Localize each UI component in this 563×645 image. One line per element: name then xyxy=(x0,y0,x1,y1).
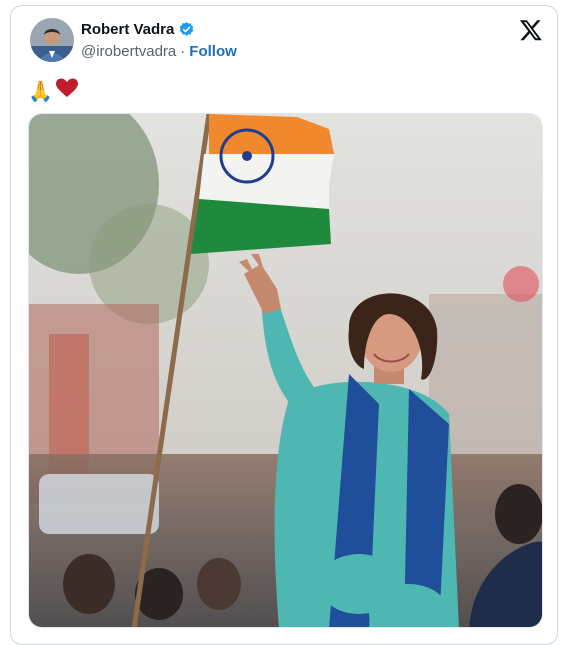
red-heart-icon xyxy=(55,78,78,104)
author-name-row: Robert Vadra xyxy=(81,21,195,38)
tweet-text: 🙏 xyxy=(28,78,78,104)
follow-button[interactable]: Follow xyxy=(189,43,237,60)
folded-hands-icon: 🙏 xyxy=(28,80,53,103)
author-name[interactable]: Robert Vadra xyxy=(81,21,174,38)
separator-dot: · xyxy=(180,43,186,60)
tweet-embed-card[interactable]: Robert Vadra @irobertvadra · Follow 🙏 xyxy=(10,5,558,645)
x-logo-icon[interactable] xyxy=(519,18,543,42)
avatar[interactable] xyxy=(30,18,74,62)
tweet-photo[interactable] xyxy=(28,113,543,628)
verified-badge-icon xyxy=(178,21,195,38)
author-handle[interactable]: @irobertvadra xyxy=(81,43,176,60)
author-handle-row: @irobertvadra · Follow xyxy=(81,43,237,60)
